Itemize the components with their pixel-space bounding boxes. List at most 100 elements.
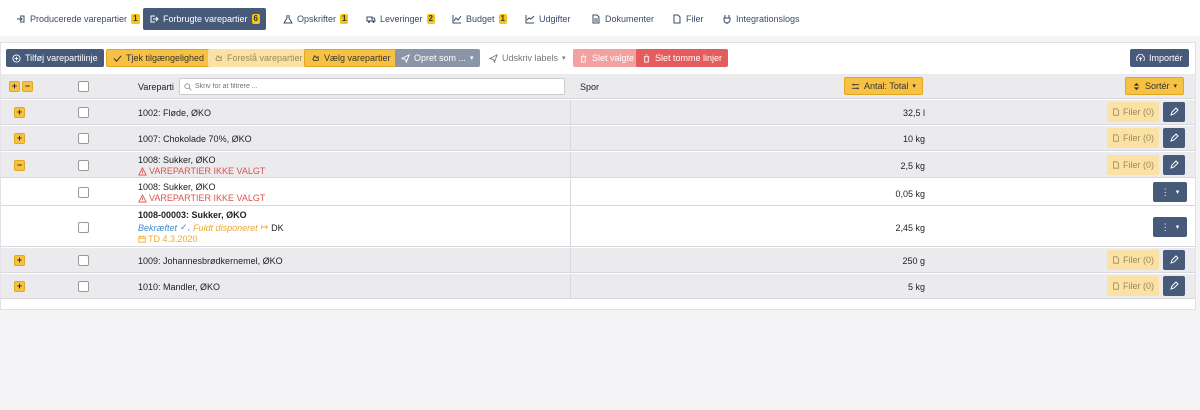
delete-empty-lines-button[interactable]: Slet tomme linjer <box>636 49 729 67</box>
quantity-value: 5 kg <box>907 282 925 292</box>
batch-date: TD 4.3.2020 <box>138 234 198 244</box>
row-checkbox[interactable] <box>78 281 89 292</box>
file-icon <box>1113 282 1119 290</box>
column-header-batch: Vareparti <box>138 82 174 92</box>
tab-label: Producerede varepartier <box>30 14 128 24</box>
row-actions-dropdown[interactable]: ⋮ ▾ <box>1153 182 1187 202</box>
expand-row-button[interactable]: + <box>14 107 25 118</box>
caret-down-icon: ▾ <box>1175 189 1180 196</box>
files-button[interactable]: Filer (0) <box>1107 250 1159 270</box>
tab-bar: Producerede varepartier 1 Forbrugte vare… <box>0 0 1200 36</box>
batch-name: 1008: Sukker, ØKO <box>138 182 216 192</box>
quantity-value: 2,5 kg <box>900 161 925 171</box>
table-row: + 1002: Fløde, ØKO 32,5 l Filer (0) <box>1 100 1195 125</box>
select-all-checkbox[interactable] <box>78 81 89 92</box>
quantity-value: 10 kg <box>902 134 925 144</box>
expand-row-button[interactable]: + <box>14 281 25 292</box>
file-icon <box>1113 161 1119 169</box>
filter-input[interactable] <box>195 83 555 90</box>
quantity-total-dropdown[interactable]: Antal: Total ▾ <box>844 77 923 95</box>
row-checkbox[interactable] <box>78 160 89 171</box>
edit-button[interactable] <box>1163 102 1185 122</box>
caret-down-icon: ▾ <box>470 55 474 62</box>
check-availability-button[interactable]: Tjek tilgængelighed <box>106 49 212 67</box>
choose-batches-button[interactable]: Vælg varepartier <box>304 49 398 67</box>
warning-icon <box>138 166 147 176</box>
pencil-icon <box>1170 133 1179 142</box>
edit-button[interactable] <box>1163 155 1185 175</box>
more-vertical-icon: ⋮ <box>1160 186 1170 197</box>
files-button[interactable]: Filer (0) <box>1107 276 1159 296</box>
add-batch-line-button[interactable]: Tilføj varepartilinje <box>6 49 104 67</box>
row-checkbox[interactable] <box>78 133 89 144</box>
tab-documents[interactable]: Dokumenter <box>585 8 660 30</box>
tab-recipes[interactable]: Opskrifter 1 <box>277 8 354 30</box>
row-checkbox[interactable] <box>78 222 89 233</box>
create-as-dropdown[interactable]: Opret som ... ▾ <box>395 49 480 67</box>
edit-button[interactable] <box>1163 250 1185 270</box>
row-actions-dropdown[interactable]: ⋮ ▾ <box>1153 217 1187 237</box>
suggest-batches-button[interactable]: Foreslå varepartier <box>208 49 309 67</box>
cloud-upload-icon <box>1136 53 1145 61</box>
edit-button[interactable] <box>1163 276 1185 296</box>
tab-files[interactable]: Filer <box>666 8 710 30</box>
pencil-icon <box>1170 255 1179 264</box>
edit-button[interactable] <box>1163 128 1185 148</box>
files-button[interactable]: Filer (0) <box>1107 102 1159 122</box>
count-badge: 1 <box>131 14 140 24</box>
batch-name: 1009: Johannesbrødkernemel, ØKO <box>138 256 283 266</box>
search-icon <box>184 82 192 90</box>
tab-expenses[interactable]: Udgifter <box>519 8 577 30</box>
expand-all-button[interactable]: + <box>9 81 20 92</box>
count-badge: 2 <box>426 14 435 24</box>
tab-produced-batches[interactable]: Producerede varepartier 1 <box>10 8 146 30</box>
files-button[interactable]: Filer (0) <box>1107 155 1159 175</box>
sort-dropdown[interactable]: Sortér ▾ <box>1125 77 1185 95</box>
tab-deliveries[interactable]: Leveringer 2 <box>360 8 441 30</box>
filter-search-field[interactable] <box>179 78 565 95</box>
collapse-all-button[interactable]: − <box>22 81 33 92</box>
trace-cell <box>570 152 571 177</box>
collapse-row-button[interactable]: − <box>14 160 25 171</box>
warning-text: VAREPARTIER IKKE VALGT <box>149 193 266 203</box>
button-label: Filer (0) <box>1123 160 1154 170</box>
check-icon <box>113 54 122 62</box>
chart-line-icon <box>525 15 535 24</box>
table-row: − 1008: Sukker, ØKO VAREPARTIER IKKE VAL… <box>1 152 1195 178</box>
file-icon <box>1113 134 1119 142</box>
trace-cell <box>570 248 571 272</box>
expand-row-button[interactable]: + <box>14 255 25 266</box>
button-label: Filer (0) <box>1123 107 1154 117</box>
expand-row-button[interactable]: + <box>14 133 25 144</box>
tab-label: Budget <box>466 14 495 24</box>
button-label: Slet tomme linjer <box>655 53 723 63</box>
status-fully-disposed: Fuldt disponeret <box>193 222 258 233</box>
count-badge: 1 <box>498 14 507 24</box>
document-icon <box>592 14 600 24</box>
plug-icon <box>723 15 731 24</box>
sort-icon <box>1133 82 1140 90</box>
files-button[interactable]: Filer (0) <box>1107 128 1159 148</box>
row-checkbox[interactable] <box>78 187 89 198</box>
warning-text: VAREPARTIER IKKE VALGT <box>149 166 266 176</box>
caret-down-icon: ▾ <box>562 55 566 62</box>
count-badge: 6 <box>251 14 260 24</box>
row-checkbox[interactable] <box>78 255 89 266</box>
delete-selected-button[interactable]: Slet valgte <box>573 49 641 67</box>
row-checkbox[interactable] <box>78 107 89 118</box>
quantity-value: 0,05 kg <box>895 189 925 199</box>
sliders-icon <box>851 83 860 89</box>
login-icon <box>17 15 25 23</box>
tab-integration-logs[interactable]: Integrationslogs <box>716 8 806 30</box>
hand-icon <box>312 54 319 61</box>
tab-budget[interactable]: Budget 1 <box>446 8 513 30</box>
country-code: DK <box>271 222 284 233</box>
table-row: + 1007: Chokolade 70%, ØKO 10 kg Filer (… <box>1 126 1195 151</box>
truck-icon <box>366 16 376 23</box>
import-button[interactable]: Importér <box>1130 49 1189 67</box>
batch-status-line: Bekræftet ✓, Fuldt disponeret ↦ DK <box>138 222 284 233</box>
print-labels-dropdown[interactable]: Udskriv labels ▾ <box>483 49 572 67</box>
tab-consumed-batches[interactable]: Forbrugte varepartier 6 <box>143 8 266 30</box>
pencil-icon <box>1170 107 1179 116</box>
batch-name: 1002: Fløde, ØKO <box>138 108 212 118</box>
